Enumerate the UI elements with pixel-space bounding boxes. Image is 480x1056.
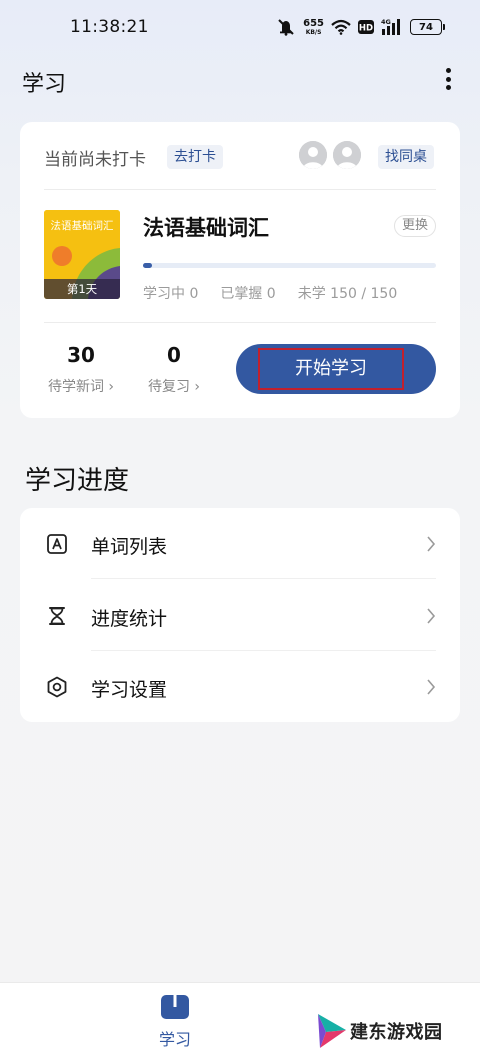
book-tab-icon	[161, 995, 189, 1019]
avatar[interactable]	[333, 141, 361, 169]
book-title: 法语基础词汇	[143, 216, 269, 240]
net-speed-unit: KB/S	[305, 28, 322, 36]
watermark: 建东游戏园	[316, 1010, 466, 1050]
divider	[91, 578, 436, 579]
more-vertical-icon[interactable]	[442, 66, 454, 92]
page-title: 学习	[22, 72, 67, 97]
list-item-label: 进度统计	[91, 608, 168, 630]
list-item-word-list[interactable]: 单词列表	[20, 508, 460, 579]
chevron-right-icon	[427, 679, 436, 695]
review-count[interactable]: 0 待复习 ›	[144, 344, 204, 396]
book-progress-bar	[143, 263, 436, 268]
find-deskmate-button[interactable]: 找同桌	[378, 145, 434, 169]
hd-icon: HD	[358, 20, 374, 34]
divider	[44, 322, 436, 323]
battery-icon: 74	[410, 19, 445, 35]
tab-label: 学习	[158, 1030, 191, 1049]
book-progress-fill	[143, 263, 152, 268]
section-title: 学习进度	[25, 466, 130, 496]
review-label: 待复习 ›	[147, 379, 201, 395]
list-item-label: 单词列表	[91, 536, 168, 558]
tab-study[interactable]: 学习	[145, 994, 205, 1054]
stat-unlearned: 未学 150 / 150	[297, 286, 398, 302]
hd-label: HD	[359, 24, 373, 34]
checkin-status: 当前尚未打卡	[44, 150, 146, 170]
start-study-label: 开始学习	[258, 348, 404, 390]
list-item-progress-stats[interactable]: 进度统计	[20, 580, 460, 651]
progress-list: 单词列表 进度统计 学习设置	[20, 508, 460, 722]
avatar[interactable]	[299, 141, 327, 169]
net-speed: 655 KB/S	[303, 17, 324, 36]
start-study-button[interactable]: 开始学习	[236, 344, 436, 394]
list-item-label: 学习设置	[91, 679, 168, 701]
new-words-label: 待学新词 ›	[47, 379, 115, 395]
settings-hexagon-icon	[46, 676, 68, 698]
review-value: 0	[167, 343, 181, 367]
book-stats: 学习中 0 已掌握 0 未学 150 / 150	[143, 283, 397, 303]
chevron-right-icon	[427, 608, 436, 624]
word-list-icon	[46, 533, 68, 555]
status-icons: 655 KB/S HD 4G 74	[276, 16, 445, 38]
divider	[44, 189, 436, 190]
book-cover[interactable]: 法语基础词汇 第1天	[44, 210, 120, 299]
chevron-right-icon	[427, 536, 436, 552]
wifi-icon	[331, 19, 351, 35]
stat-learning: 学习中 0	[143, 286, 199, 302]
book-cover-title: 法语基础词汇	[50, 220, 114, 232]
mute-icon	[276, 18, 296, 36]
new-words-value: 30	[67, 343, 95, 367]
watermark-logo-icon	[318, 1014, 346, 1048]
stat-mastered: 已掌握 0	[220, 286, 276, 302]
status-time: 11:38:21	[70, 17, 149, 37]
book-cover-day: 第1天	[44, 279, 120, 299]
checkin-button[interactable]: 去打卡	[167, 145, 223, 169]
list-item-study-settings[interactable]: 学习设置	[20, 651, 460, 722]
battery-level: 74	[419, 21, 433, 33]
new-words-count[interactable]: 30 待学新词 ›	[44, 344, 118, 396]
status-bar: 11:38:21 655 KB/S HD 4G 74	[0, 0, 480, 56]
study-card: 当前尚未打卡 去打卡 找同桌 法语基础词汇 第1天 法语基础词汇 更换 学习中	[20, 122, 460, 418]
watermark-text: 建东游戏园	[350, 1022, 443, 1043]
hourglass-icon	[46, 605, 68, 627]
net-speed-value: 655	[303, 17, 324, 29]
change-book-button[interactable]: 更换	[393, 215, 436, 237]
network-label: 4G	[381, 18, 391, 26]
signal-icon: 4G	[381, 18, 403, 36]
